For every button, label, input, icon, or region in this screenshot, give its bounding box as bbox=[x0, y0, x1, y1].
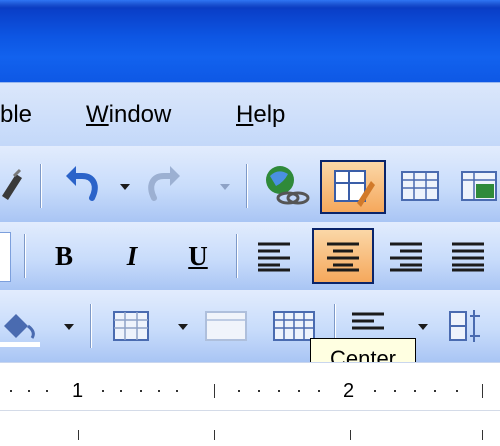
distribute-rows-icon[interactable] bbox=[446, 306, 490, 346]
menu-help-mnemonic: H bbox=[236, 101, 254, 128]
format-painter-icon[interactable] bbox=[0, 166, 26, 206]
insert-table-icon[interactable] bbox=[398, 166, 442, 206]
ruler-dot bbox=[158, 390, 160, 392]
redo-dropdown-chevron-down-icon[interactable] bbox=[220, 184, 230, 190]
undo-dropdown-chevron-down-icon[interactable] bbox=[120, 184, 130, 190]
borders-icon[interactable] bbox=[108, 306, 156, 346]
shading-dropdown-chevron-down-icon[interactable] bbox=[64, 324, 74, 330]
ruler-dot bbox=[10, 390, 12, 392]
tables-and-borders-button[interactable] bbox=[320, 160, 386, 214]
toolbar-separator bbox=[90, 304, 92, 348]
redo-icon[interactable] bbox=[140, 164, 188, 208]
cell-alignment-dropdown-chevron-down-icon[interactable] bbox=[418, 324, 428, 330]
ruler-tick bbox=[482, 430, 483, 440]
ruler-dot bbox=[456, 390, 458, 392]
ruler-dot bbox=[278, 390, 280, 392]
ruler-label-1: 1 bbox=[72, 380, 84, 402]
justify-icon[interactable] bbox=[446, 236, 490, 276]
cell-alignment-icon[interactable] bbox=[346, 306, 390, 336]
merge-cells-icon[interactable] bbox=[200, 306, 252, 346]
toolbar-separator bbox=[236, 234, 238, 278]
toolbar-separator bbox=[24, 234, 26, 278]
ruler-dot bbox=[120, 390, 122, 392]
font-size-box[interactable] bbox=[0, 232, 11, 282]
menu-window-mnemonic: W bbox=[86, 101, 109, 128]
ruler-dot bbox=[298, 390, 300, 392]
ruler-tick bbox=[214, 430, 215, 440]
ruler-dot bbox=[434, 390, 436, 392]
align-right-icon[interactable] bbox=[384, 236, 428, 276]
italic-button[interactable]: I bbox=[112, 234, 152, 278]
underline-button[interactable]: U bbox=[178, 234, 218, 278]
ruler-dot bbox=[394, 390, 396, 392]
menu-help[interactable]: Help bbox=[236, 100, 285, 130]
ruler-tick bbox=[350, 430, 351, 440]
toolbar-separator bbox=[40, 164, 42, 208]
ruler-tick bbox=[78, 430, 79, 440]
ruler-dot bbox=[414, 390, 416, 392]
ruler-dot bbox=[238, 390, 240, 392]
ruler-dot bbox=[140, 390, 142, 392]
menu-window[interactable]: Window bbox=[86, 100, 171, 130]
ruler-tick bbox=[214, 384, 215, 398]
menu-table[interactable]: ble bbox=[0, 100, 32, 130]
insert-excel-worksheet-icon[interactable] bbox=[456, 166, 500, 206]
align-left-icon[interactable] bbox=[252, 236, 296, 276]
undo-icon[interactable] bbox=[58, 164, 106, 208]
toolbar-separator bbox=[246, 164, 248, 208]
ruler-dot bbox=[46, 390, 48, 392]
shading-color-icon[interactable] bbox=[0, 304, 40, 348]
title-bar-highlight bbox=[0, 0, 500, 8]
align-center-icon bbox=[327, 242, 359, 272]
insert-hyperlink-icon[interactable] bbox=[258, 162, 310, 210]
ruler-dot bbox=[258, 390, 260, 392]
ruler-dot bbox=[318, 390, 320, 392]
align-center-button[interactable] bbox=[312, 228, 374, 284]
menu-window-label-rest: indow bbox=[108, 101, 172, 128]
ruler-dot bbox=[102, 390, 104, 392]
borders-dropdown-chevron-down-icon[interactable] bbox=[178, 324, 188, 330]
window-title-bar[interactable] bbox=[0, 0, 500, 82]
ruler-label-2: 2 bbox=[343, 380, 355, 402]
ruler-dot bbox=[176, 390, 178, 392]
ruler-dot bbox=[374, 390, 376, 392]
bold-button[interactable]: B bbox=[44, 234, 84, 278]
ruler-dot bbox=[28, 390, 30, 392]
tables-and-borders-icon bbox=[334, 170, 375, 207]
ruler-tick bbox=[482, 384, 483, 398]
menu-help-label-rest: elp bbox=[253, 101, 286, 128]
